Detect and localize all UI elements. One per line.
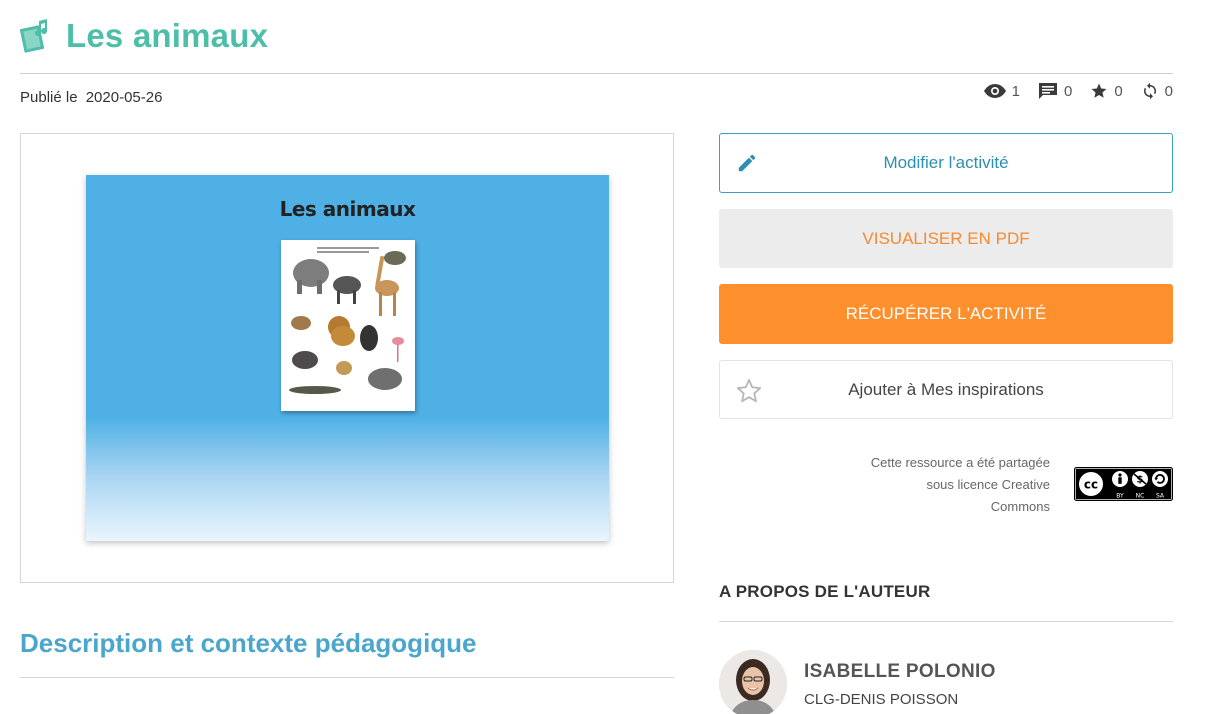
svg-text:BY: BY — [1116, 493, 1124, 500]
comments-count: 0 — [1063, 82, 1073, 100]
comments-stat: 0 — [1038, 82, 1072, 100]
license-line-1: Cette ressource a été partagée — [870, 455, 1050, 470]
author-school: CLG-DENIS POISSON — [804, 691, 959, 708]
svg-text:NC: NC — [1136, 493, 1145, 500]
shares-count: 0 — [1164, 82, 1173, 100]
favorites-count: 0 — [1114, 82, 1123, 100]
activity-preview[interactable]: Les animaux — [20, 133, 674, 583]
page-title: Les animaux — [66, 17, 269, 54]
stats-bar: 1 0 0 0 — [983, 82, 1173, 100]
views-count: 1 — [1011, 82, 1020, 100]
license-line-2: sous licence Creative — [926, 477, 1050, 492]
about-divider — [719, 621, 1173, 622]
cc-by-nc-sa-badge[interactable]: cc $ BY NC SA — [1074, 467, 1173, 501]
view-pdf-button[interactable]: VISUALISER EN PDF — [719, 209, 1173, 268]
author-avatar[interactable] — [719, 650, 787, 714]
edit-activity-label: Modifier l'activité — [883, 153, 1009, 172]
description-heading: Description et contexte pédagogique — [20, 628, 477, 658]
favorites-stat: 0 — [1090, 82, 1123, 100]
sync-icon — [1143, 82, 1156, 100]
star-outline-icon — [736, 379, 762, 403]
views-stat: 1 — [983, 82, 1020, 100]
pencil-icon — [738, 154, 756, 172]
published-date: Publié le 2020-05-26 — [20, 89, 162, 106]
title-row: Les animaux — [20, 14, 268, 58]
star-icon — [1091, 83, 1107, 98]
music-book-icon — [20, 19, 48, 53]
comment-icon — [1038, 83, 1057, 99]
svg-text:cc: cc — [1084, 478, 1098, 492]
svg-text:SA: SA — [1156, 493, 1165, 500]
add-inspiration-button[interactable]: Ajouter à Mes inspirations — [719, 360, 1173, 419]
about-author-heading: A PROPOS DE L'AUTEUR — [719, 582, 931, 601]
published-label: Publié le — [20, 89, 78, 106]
animals-illustration — [289, 247, 406, 394]
edit-activity-button[interactable]: Modifier l'activité — [719, 133, 1173, 193]
preview-slide: Les animaux — [86, 175, 609, 541]
published-value: 2020-05-26 — [85, 89, 163, 106]
header-divider — [20, 73, 1173, 74]
shares-stat: 0 — [1141, 82, 1173, 100]
license-line-3: Commons — [990, 499, 1050, 514]
view-pdf-label: VISUALISER EN PDF — [862, 228, 1030, 248]
worksheet-thumbnail — [281, 240, 415, 411]
author-photo — [719, 650, 787, 714]
license-text: Cette ressource a été partagée sous lice… — [820, 452, 1050, 518]
add-inspiration-label: Ajouter à Mes inspirations — [848, 379, 1044, 399]
slide-title: Les animaux — [279, 197, 416, 221]
author-name[interactable]: ISABELLE POLONIO — [804, 661, 996, 683]
get-activity-label: RÉCUPÉRER L'ACTIVITÉ — [845, 304, 1047, 323]
eye-icon — [983, 84, 1006, 98]
description-divider — [20, 677, 674, 678]
get-activity-button[interactable]: RÉCUPÉRER L'ACTIVITÉ — [719, 284, 1173, 344]
